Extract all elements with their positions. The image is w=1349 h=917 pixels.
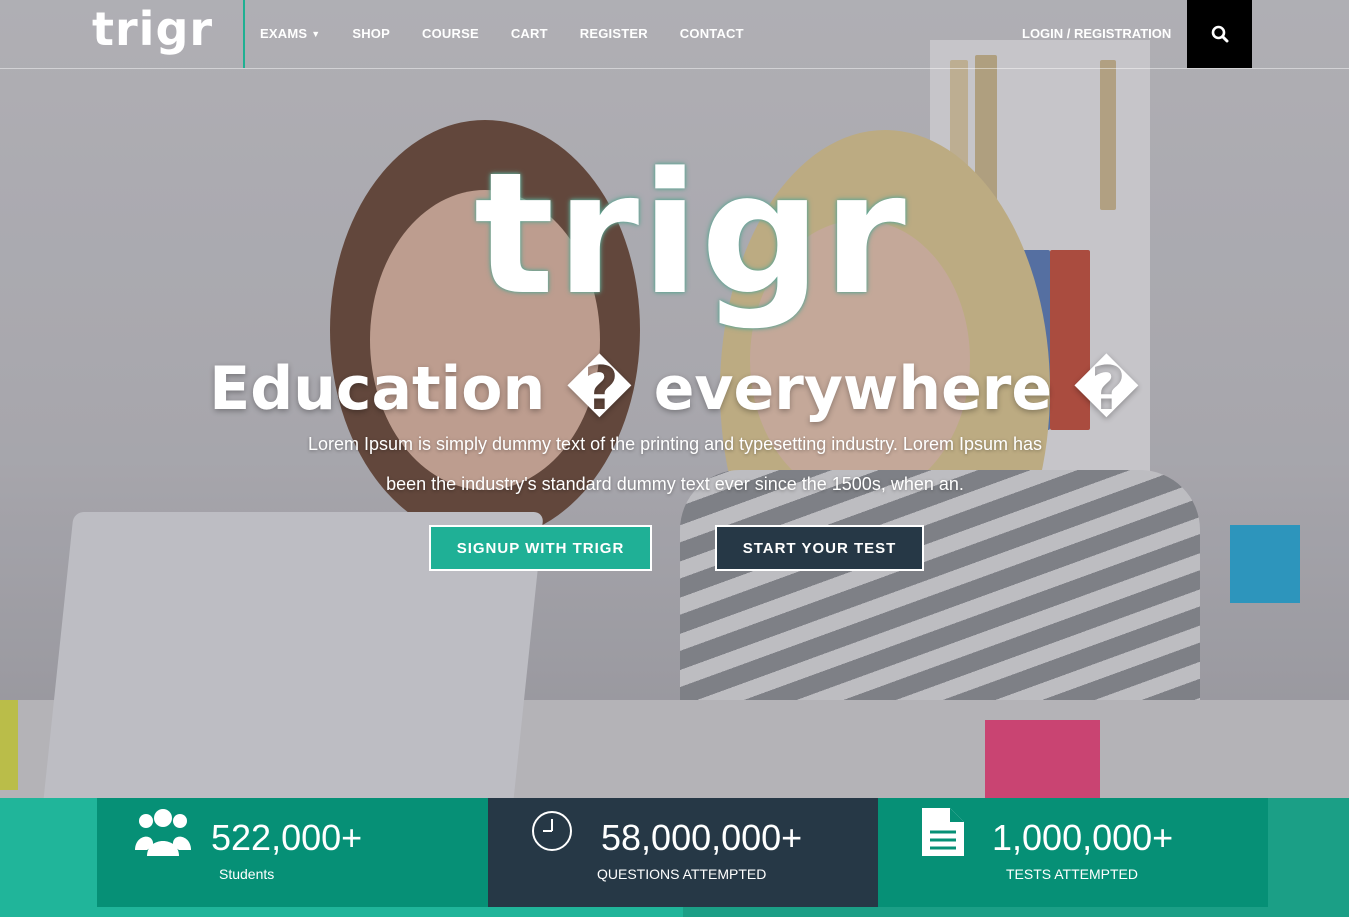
stat-value: 1,000,000+ [992,817,1174,858]
search-button[interactable] [1187,0,1252,68]
clock-icon [532,811,572,851]
menu-item-label: COURSE [422,26,479,41]
menu-item-cart[interactable]: CART [511,26,548,41]
stat-questions: 58,000,000+ QUESTIONS ATTEMPTED [488,798,878,907]
menu-item-register[interactable]: REGISTER [580,26,648,41]
menu-item-label: EXAMS [260,26,308,41]
hero-lead-text: Lorem Ipsum is simply dummy text of the … [308,434,1042,494]
menu-item-label: CONTACT [679,26,744,41]
main-menu: EXAMS ▼ SHOP COURSE CART REGISTER CONTAC… [260,26,776,41]
start-test-button[interactable]: START YOUR TEST [715,525,924,571]
stat-value: 58,000,000+ [601,817,803,858]
login-registration-link[interactable]: LOGIN / REGISTRATION [1022,26,1171,41]
nav-logo[interactable]: trigr [92,2,213,56]
menu-item-shop[interactable]: SHOP [352,26,390,41]
menu-item-course[interactable]: COURSE [422,26,479,41]
stat-tests: 1,000,000+ TESTS ATTEMPTED [878,798,1268,907]
stat-label: QUESTIONS ATTEMPTED [597,866,767,882]
menu-item-label: SHOP [352,26,390,41]
stat-label: Students [219,866,275,882]
search-icon [1211,25,1228,43]
stat-students: 522,000+ Students [97,798,488,907]
menu-item-exams[interactable]: EXAMS ▼ [260,26,320,41]
hero-headline: Education � everywhere � [209,354,1140,424]
menu-item-label: REGISTER [579,26,648,41]
menu-item-label: CART [510,26,548,41]
menu-item-contact[interactable]: CONTACT [680,26,744,41]
signup-button[interactable]: SIGNUP WITH TRIGR [429,525,652,571]
logo-divider [243,0,245,68]
hero-logo: trigr [474,136,908,332]
document-icon [922,808,964,856]
stat-value: 522,000+ [211,817,363,858]
top-navbar: trigr EXAMS ▼ SHOP COURSE CART REGISTER … [0,0,1349,69]
users-icon [135,809,191,856]
chevron-down-icon: ▼ [311,28,321,39]
stat-label: TESTS ATTEMPTED [1006,866,1138,882]
